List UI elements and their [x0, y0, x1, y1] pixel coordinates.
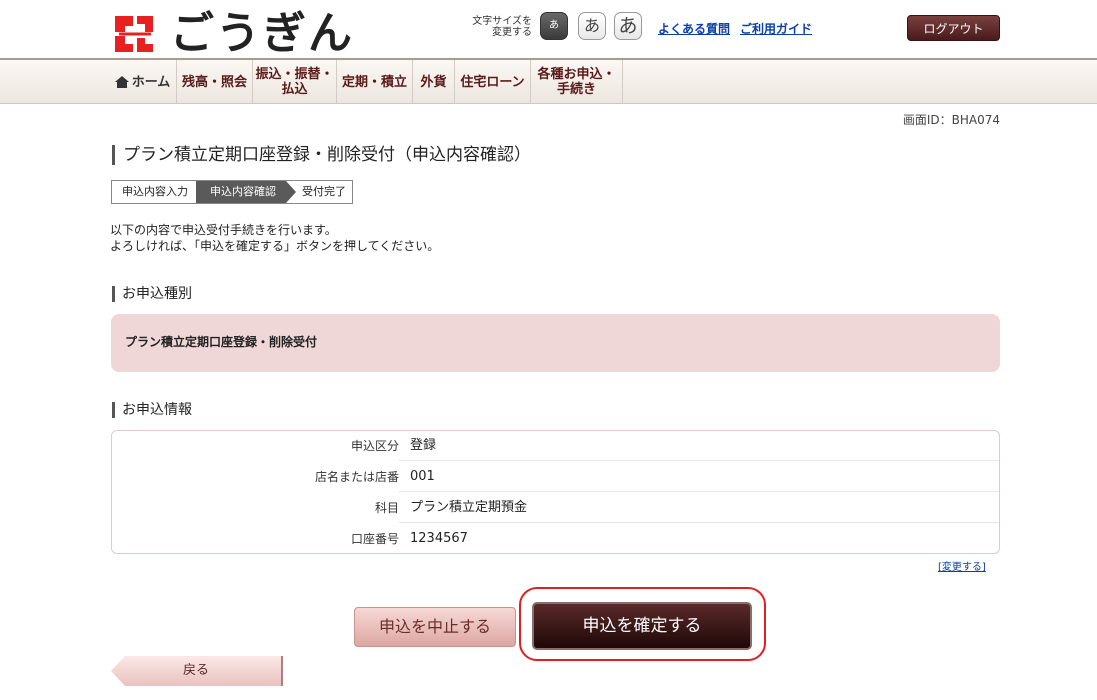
header: ごうぎん 文字サイズを 変更する あ あ あ よくある質問 ご利用ガイド ログア…	[0, 0, 1097, 59]
nav-item-balance[interactable]: 残高・照会	[177, 60, 253, 104]
section-heading-info: お申込情報	[112, 402, 192, 418]
faq-link[interactable]: よくある質問	[658, 20, 730, 37]
font-size-large-button[interactable]: あ	[614, 12, 642, 40]
nav-item-transfer[interactable]: 振込・振替・ 払込	[253, 60, 337, 104]
cancel-application-button[interactable]: 申込を中止する	[354, 607, 516, 647]
nav-item-time-deposit[interactable]: 定期・積立	[337, 60, 413, 104]
nav-item-applications[interactable]: 各種お申込・ 手続き	[531, 60, 623, 104]
table-row: 申込区分 登録	[112, 431, 999, 461]
nav-item-time-deposit-label: 定期・積立	[341, 74, 407, 90]
lead-text: 以下の内容で申込受付手続きを行います。 よろしければ、「申込を確定する」ボタンを…	[110, 223, 440, 253]
change-link[interactable]: [変更する]	[938, 558, 986, 573]
table-row: 口座番号 1234567	[112, 524, 999, 553]
nav-item-applications-label: 各種お申込・ 手続き	[537, 67, 616, 97]
application-info-table: 申込区分 登録 店名または店番 001 科目 プラン積立定期預金 口座番号 12…	[111, 430, 1000, 554]
confirm-application-button[interactable]: 申込を確定する	[532, 602, 752, 650]
application-type-value: プラン積立定期口座登録・削除受付	[125, 335, 318, 349]
nav-item-foreign-currency[interactable]: 外貨	[413, 60, 455, 104]
nav-item-housing-loan[interactable]: 住宅ローン	[455, 60, 531, 104]
nav-item-foreign-currency-label: 外貨	[420, 74, 447, 90]
step-input: 申込内容入力	[122, 185, 188, 198]
application-type-box: プラン積立定期口座登録・削除受付	[111, 314, 1000, 372]
nav-item-home-label: ホーム	[131, 74, 171, 90]
nav-item-housing-loan-label: 住宅ローン	[460, 74, 525, 90]
nav-item-home[interactable]: ホーム	[109, 60, 177, 104]
screen-id: 画面ID：BHA074	[902, 113, 1000, 127]
row-label: 申込区分	[112, 431, 399, 461]
row-value: 登録	[410, 438, 437, 453]
global-nav: ホーム 残高・照会 振込・振替・ 払込 定期・積立 外貨 住宅ローン 各種お申込…	[0, 58, 1097, 104]
table-row: 店名または店番 001	[112, 462, 999, 492]
row-value: 1234567	[410, 531, 468, 546]
guide-link[interactable]: ご利用ガイド	[740, 20, 812, 37]
logout-button[interactable]: ログアウト	[907, 15, 1000, 41]
nav-item-transfer-label: 振込・振替・ 払込	[255, 67, 334, 97]
font-size-small-button[interactable]: あ	[540, 12, 568, 40]
home-icon	[114, 76, 129, 88]
row-label: 店名または店番	[112, 462, 399, 492]
font-size-label: 文字サイズを 変更する	[472, 16, 532, 38]
section-heading-type: お申込種別	[112, 286, 192, 302]
gougin-logo-icon[interactable]	[111, 12, 157, 56]
row-label: 口座番号	[112, 524, 399, 553]
back-button[interactable]: 戻る	[111, 656, 283, 686]
row-value: 001	[410, 469, 435, 484]
nav-item-balance-label: 残高・照会	[181, 74, 247, 90]
table-row: 科目 プラン積立定期預金	[112, 493, 999, 523]
font-size-medium-button[interactable]: あ	[578, 12, 606, 40]
row-value: プラン積立定期預金	[410, 500, 528, 515]
page-title: プラン積立定期口座登録・削除受付（申込内容確認）	[112, 145, 531, 165]
progress-steps: 申込内容入力 申込内容確認 受付完了	[111, 180, 353, 204]
logo-text[interactable]: ごうぎん	[170, 9, 354, 59]
row-label: 科目	[112, 493, 399, 523]
step-confirm: 申込内容確認	[196, 181, 296, 203]
